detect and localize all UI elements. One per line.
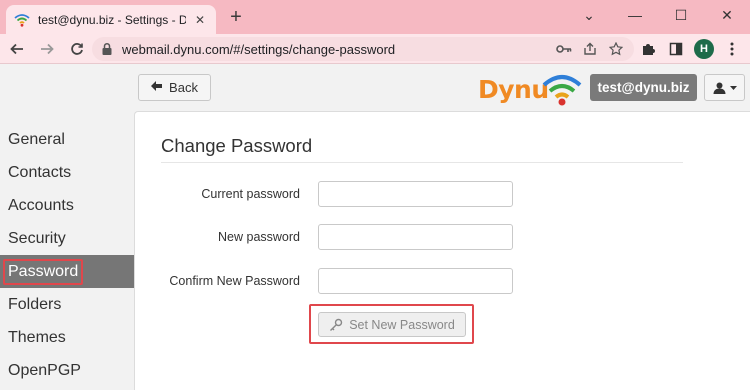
new-password-label: New password [218,230,300,244]
tab-search-icon[interactable]: ⌄ [566,0,612,30]
key-icon[interactable] [554,39,574,59]
sidebar-item-password[interactable]: Password [0,255,134,288]
dynu-logo: Dynu [478,71,582,107]
logo-wifi-icon [542,75,582,106]
side-panel-icon[interactable] [664,37,688,61]
sidebar-item-label: Password [3,258,84,285]
sidebar-item-folders[interactable]: Folders [0,288,134,321]
forward-arrow-icon[interactable] [34,36,60,62]
sidebar-item-label: General [8,130,65,148]
user-icon [713,82,725,94]
logo-text: Dynu [478,75,549,104]
sidebar-item-contacts[interactable]: Contacts [0,156,134,189]
browser-tab-strip: test@dynu.biz - Settings - Dynu ✕ + ⌄ — … [0,0,750,34]
address-bar[interactable]: webmail.dynu.com/#/settings/change-passw… [92,37,634,61]
browser-menu-icon[interactable] [720,37,744,61]
webmail-page: Back Dynu test@dynu.biz General Contacts… [0,64,750,390]
dynu-wifi-icon [14,12,30,28]
sidebar-item-themes[interactable]: Themes [0,321,134,354]
sidebar-item-security[interactable]: Security [0,222,134,255]
user-email-badge: test@dynu.biz [590,74,697,101]
maximize-button[interactable]: ☐ [658,0,704,30]
user-menu-button[interactable] [704,74,745,101]
confirm-password-input[interactable] [318,268,513,294]
sidebar-item-label: Security [8,229,66,247]
window-controls: ⌄ — ☐ ✕ [566,0,750,30]
submit-label: Set New Password [349,317,455,332]
tab-close-icon[interactable]: ✕ [192,13,208,27]
sidebar-item-label: Accounts [8,196,74,214]
settings-sidebar: General Contacts Accounts Security Passw… [0,123,134,387]
bookmark-star-icon[interactable] [606,39,626,59]
title-divider [161,162,683,163]
key-icon [330,318,343,331]
browser-tab[interactable]: test@dynu.biz - Settings - Dynu ✕ [6,5,216,34]
extensions-puzzle-icon[interactable] [636,37,660,61]
minimize-button[interactable]: — [612,0,658,30]
lock-icon [102,42,112,55]
page-title: Change Password [161,135,313,156]
sidebar-item-openpgp[interactable]: OpenPGP [0,354,134,387]
new-tab-button[interactable]: + [226,6,246,28]
sidebar-item-label: Contacts [8,163,72,181]
toolbar-right: H [632,37,744,61]
new-password-input[interactable] [318,224,513,250]
sidebar-item-general[interactable]: General [0,123,134,156]
sidebar-item-accounts[interactable]: Accounts [0,189,134,222]
sidebar-item-label: Themes [8,328,66,346]
close-window-button[interactable]: ✕ [704,0,750,30]
back-arrow-icon [151,81,163,94]
current-password-label: Current password [201,187,300,201]
confirm-password-label: Confirm New Password [169,274,300,288]
url-text: webmail.dynu.com/#/settings/change-passw… [122,41,396,57]
caret-down-icon [729,85,737,90]
browser-toolbar: webmail.dynu.com/#/settings/change-passw… [0,34,750,64]
set-new-password-button[interactable]: Set New Password [318,312,466,337]
profile-avatar[interactable]: H [692,37,716,61]
reload-icon[interactable] [64,36,90,62]
change-password-panel: Change Password Current password New pas… [134,111,750,390]
sidebar-item-label: OpenPGP [8,361,81,379]
back-button[interactable]: Back [138,74,211,101]
share-icon[interactable] [580,39,600,59]
back-arrow-icon[interactable] [4,36,30,62]
current-password-input[interactable] [318,181,513,207]
back-button-label: Back [169,80,198,95]
tab-title: test@dynu.biz - Settings - Dynu [38,12,186,27]
sidebar-item-label: Folders [8,295,62,313]
